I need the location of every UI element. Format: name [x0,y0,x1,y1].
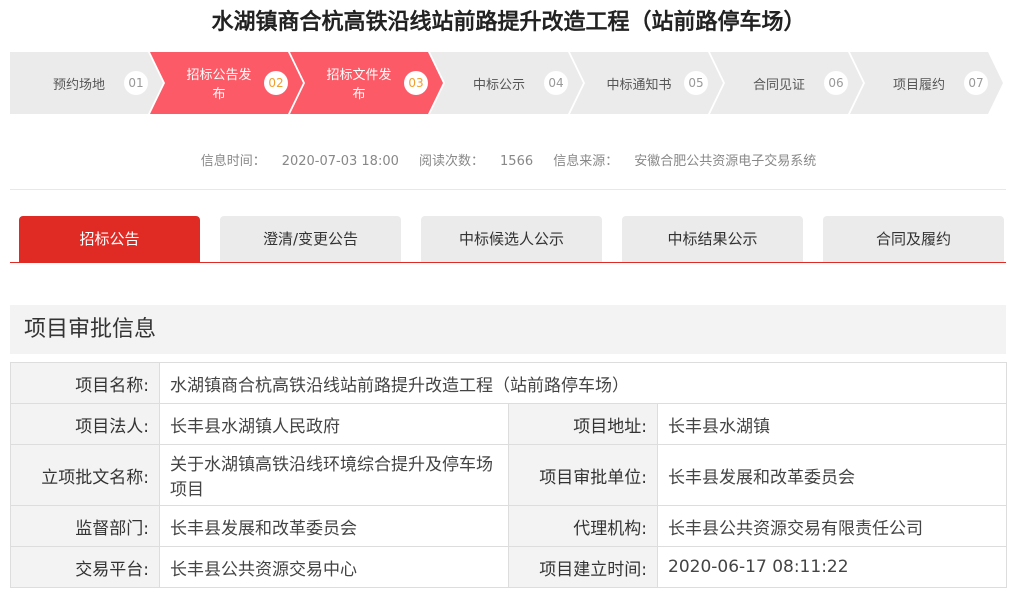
step-label: 项目履约 [892,77,945,93]
source-value: 安徽合肥公共资源电子交易系统 [634,154,817,169]
label: 项目地址: [508,403,658,445]
table-row: 监督部门: 长丰县发展和改革委员会 代理机构: 长丰县公共资源交易有限责任公司 [10,505,1007,547]
value: 2020-06-17 08:11:22 [657,546,1007,588]
step-number: 04 [544,71,568,95]
step-number: 02 [264,71,288,95]
tab-underline [10,262,1006,263]
divider [10,189,1006,190]
value: 水湖镇商合杭高铁沿线站前路提升改造工程（站前路停车场） [159,362,1007,404]
step-label: 预约场地 [52,77,105,93]
step-4[interactable]: 中标公示 04 [430,52,583,114]
time-label: 信息时间： [200,154,266,169]
step-number: 03 [404,71,428,95]
info-meta: 信息时间： 2020-07-03 18:00 阅读次数： 1566 信息来源： 安徽合… [0,150,1017,169]
reads-value: 1566 [500,154,534,169]
tab-bid-notice[interactable]: 招标公告 [19,216,200,263]
step-label: 招标公告发布 [186,68,252,102]
step-label: 中标公示 [472,77,525,93]
source-label: 信息来源： [553,154,619,169]
project-info-table: 项目名称: 水湖镇商合杭高铁沿线站前路提升改造工程（站前路停车场） 项目法人: 长丰… [10,362,1007,588]
progress-steps: (function(){ const d=JSON.parse(document… [10,52,1003,114]
reads-label: 阅读次数： [419,154,485,169]
tab-clarification[interactable]: 澄清/变更公告 [220,216,401,263]
step-label: 招标文件发布 [326,68,392,102]
label: 项目法人: [10,403,160,445]
value: 长丰县水湖镇 [657,403,1007,445]
step-number: 01 [124,71,148,95]
step-number: 05 [684,71,708,95]
label: 项目审批单位: [508,444,658,506]
label: 项目名称: [10,362,160,404]
value: 长丰县水湖镇人民政府 [159,403,509,445]
table-row: 交易平台: 长丰县公共资源交易中心 项目建立时间: 2020-06-17 08:11:… [10,546,1007,588]
step-2[interactable]: 招标公告发布 02 [150,52,303,114]
value: 关于水湖镇高铁沿线环境综合提升及停车场项目 [159,444,509,506]
value: 长丰县发展和改革委员会 [159,505,509,547]
time-value: 2020-07-03 18:00 [281,154,399,169]
value: 长丰县公共资源交易有限责任公司 [657,505,1007,547]
table-row: 项目法人: 长丰县水湖镇人民政府 项目地址: 长丰县水湖镇 [10,403,1007,445]
value: 长丰县发展和改革委员会 [657,444,1007,506]
step-number: 06 [824,71,848,95]
tab-candidates[interactable]: 中标候选人公示 [421,216,602,263]
step-label: 合同见证 [752,77,805,93]
step-1[interactable]: 预约场地 01 [10,52,163,114]
step-3[interactable]: 招标文件发布 03 [290,52,443,114]
step-7[interactable]: 项目履约 07 [850,52,1003,114]
section-title: 项目审批信息 [24,317,157,342]
step-label: 中标通知书 [606,77,672,93]
label: 项目建立时间: [508,546,658,588]
tab-contract[interactable]: 合同及履约 [823,216,1004,263]
tab-results[interactable]: 中标结果公示 [622,216,803,263]
page-title: 水湖镇商合杭高铁沿线站前路提升改造工程（站前路停车场） [211,10,806,35]
table-row: 项目名称: 水湖镇商合杭高铁沿线站前路提升改造工程（站前路停车场） [10,362,1007,404]
table-row: 立项批文名称: 关于水湖镇高铁沿线环境综合提升及停车场项目 项目审批单位: 长丰县发展… [10,444,1007,506]
label: 立项批文名称: [10,444,160,506]
label: 代理机构: [508,505,658,547]
step-5[interactable]: 中标通知书 05 [570,52,723,114]
label: 监督部门: [10,505,160,547]
value: 长丰县公共资源交易中心 [159,546,509,588]
step-number: 07 [964,71,988,95]
section-header: 项目审批信息 [10,305,1006,354]
step-6[interactable]: 合同见证 06 [710,52,863,114]
label: 交易平台: [10,546,160,588]
